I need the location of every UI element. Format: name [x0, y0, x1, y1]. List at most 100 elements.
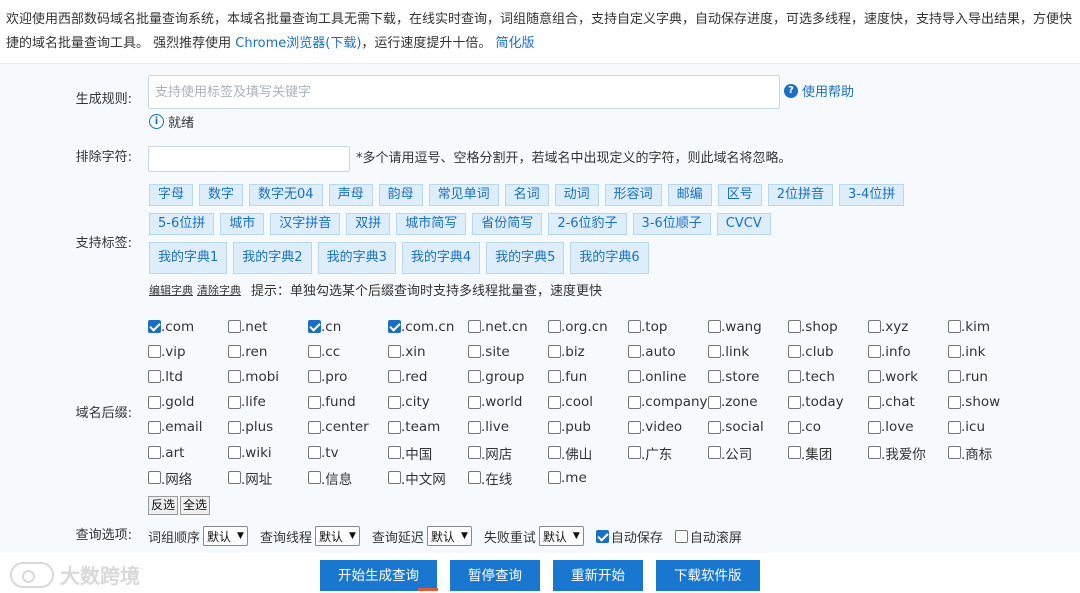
suffix-option[interactable]: .佛山 [548, 440, 628, 465]
suffix-option[interactable]: .网址 [228, 465, 308, 490]
suffix-option[interactable]: .pro [308, 364, 388, 389]
suffix-option[interactable]: .cool [548, 390, 628, 415]
delay-select[interactable]: 默认 ▼ [426, 526, 472, 546]
tag-button[interactable]: 我的字典1 [149, 242, 228, 274]
suffix-checkbox[interactable] [308, 471, 321, 485]
chrome-download-link[interactable]: Chrome浏览器(下载) [235, 36, 361, 51]
suffix-option[interactable]: .xyz [868, 314, 948, 339]
suffix-checkbox[interactable] [468, 395, 481, 409]
suffix-checkbox[interactable] [868, 420, 881, 434]
tag-button[interactable]: 双拼 [346, 213, 391, 235]
suffix-option[interactable]: .icu [948, 415, 1028, 440]
suffix-checkbox[interactable] [868, 370, 881, 384]
suffix-option[interactable]: .fund [308, 390, 388, 415]
suffix-option[interactable]: .mobi [228, 364, 308, 389]
suffix-checkbox[interactable] [308, 420, 321, 434]
suffix-option[interactable]: .kim [948, 314, 1028, 339]
suffix-checkbox[interactable] [788, 345, 801, 359]
suffix-option[interactable]: .cn [308, 314, 388, 339]
tag-button[interactable]: 动词 [554, 184, 599, 206]
suffix-option[interactable]: .net [228, 314, 308, 339]
auto-scroll-toggle[interactable]: 自动滚屏 [674, 527, 742, 546]
suffix-option[interactable]: .pub [548, 415, 628, 440]
tag-button[interactable]: 城市简写 [396, 213, 467, 235]
suffix-option[interactable]: .chat [868, 390, 948, 415]
suffix-option[interactable]: .ren [228, 339, 308, 364]
suffix-option[interactable]: .商标 [948, 440, 1028, 465]
suffix-option[interactable]: .red [388, 364, 468, 389]
tag-button[interactable]: 2位拼音 [767, 184, 833, 206]
suffix-checkbox[interactable] [148, 471, 161, 485]
tag-button[interactable]: 区号 [717, 184, 762, 206]
suffix-checkbox[interactable] [548, 345, 561, 359]
suffix-checkbox[interactable] [308, 345, 321, 359]
suffix-option[interactable]: .info [868, 339, 948, 364]
suffix-option[interactable]: .co [788, 415, 868, 440]
tag-button[interactable]: 3-6位顺子 [632, 213, 711, 235]
suffix-checkbox[interactable] [628, 320, 641, 334]
suffix-option[interactable]: .world [468, 390, 548, 415]
suffix-checkbox[interactable] [948, 446, 961, 460]
suffix-option[interactable]: .fun [548, 364, 628, 389]
suffix-checkbox[interactable] [548, 420, 561, 434]
tag-button[interactable]: 5-6位拼 [149, 213, 215, 235]
suffix-option[interactable]: .shop [788, 314, 868, 339]
tag-button[interactable]: 形容词 [604, 184, 662, 206]
suffix-checkbox[interactable] [388, 446, 401, 460]
tag-button[interactable]: 汉字拼音 [270, 213, 341, 235]
suffix-checkbox[interactable] [628, 420, 641, 434]
suffix-checkbox[interactable] [948, 345, 961, 359]
suffix-checkbox[interactable] [148, 395, 161, 409]
suffix-option[interactable]: .com.cn [388, 314, 468, 339]
suffix-option[interactable]: .zone [708, 390, 788, 415]
suffix-checkbox[interactable] [228, 320, 241, 334]
tag-button[interactable]: 名词 [504, 184, 549, 206]
suffix-option[interactable]: .life [228, 390, 308, 415]
suffix-checkbox[interactable] [388, 395, 401, 409]
clear-dict-link[interactable]: 清除字典 [197, 284, 241, 297]
suffix-option[interactable]: .ltd [148, 364, 228, 389]
suffix-option[interactable]: .group [468, 364, 548, 389]
suffix-option[interactable]: .live [468, 415, 548, 440]
suffix-checkbox[interactable] [788, 370, 801, 384]
suffix-option[interactable]: .net.cn [468, 314, 548, 339]
suffix-option[interactable]: .org.cn [548, 314, 628, 339]
suffix-checkbox[interactable] [708, 420, 721, 434]
suffix-checkbox[interactable] [548, 446, 561, 460]
tag-button[interactable]: 我的字典4 [401, 242, 481, 274]
suffix-option[interactable]: .run [948, 364, 1028, 389]
suffix-checkbox[interactable] [788, 395, 801, 409]
suffix-option[interactable]: .公司 [708, 440, 788, 465]
tag-button[interactable]: 城市 [220, 213, 265, 235]
suffix-option[interactable]: .在线 [468, 465, 548, 490]
suffix-checkbox[interactable] [228, 395, 241, 409]
suffix-option[interactable]: .love [868, 415, 948, 440]
suffix-checkbox[interactable] [308, 320, 321, 334]
auto-scroll-checkbox[interactable] [674, 529, 688, 543]
suffix-checkbox[interactable] [548, 471, 561, 485]
suffix-option[interactable]: .show [948, 390, 1028, 415]
suffix-checkbox[interactable] [228, 420, 241, 434]
suffix-checkbox[interactable] [388, 471, 401, 485]
tag-button[interactable]: 邮编 [667, 184, 712, 206]
suffix-checkbox[interactable] [148, 420, 161, 434]
suffix-checkbox[interactable] [868, 395, 881, 409]
suffix-option[interactable]: .top [628, 314, 708, 339]
suffix-checkbox[interactable] [148, 446, 161, 460]
suffix-checkbox[interactable] [708, 395, 721, 409]
suffix-checkbox[interactable] [708, 446, 721, 460]
suffix-option[interactable]: .online [628, 364, 708, 389]
suffix-option[interactable]: .网店 [468, 440, 548, 465]
suffix-checkbox[interactable] [788, 320, 801, 334]
edit-dict-link[interactable]: 编辑字典 [149, 284, 193, 297]
suffix-option[interactable]: .中文网 [388, 465, 468, 490]
suffix-option[interactable]: .link [708, 339, 788, 364]
suffix-option[interactable]: .wiki [228, 440, 308, 465]
suffix-option[interactable]: .site [468, 339, 548, 364]
suffix-option[interactable]: .cc [308, 339, 388, 364]
suffix-option[interactable]: .center [308, 415, 388, 440]
suffix-checkbox[interactable] [388, 320, 401, 334]
suffix-checkbox[interactable] [868, 320, 881, 334]
retry-select[interactable]: 默认 ▼ [538, 526, 584, 546]
simple-version-link[interactable]: 简化版 [496, 36, 535, 51]
